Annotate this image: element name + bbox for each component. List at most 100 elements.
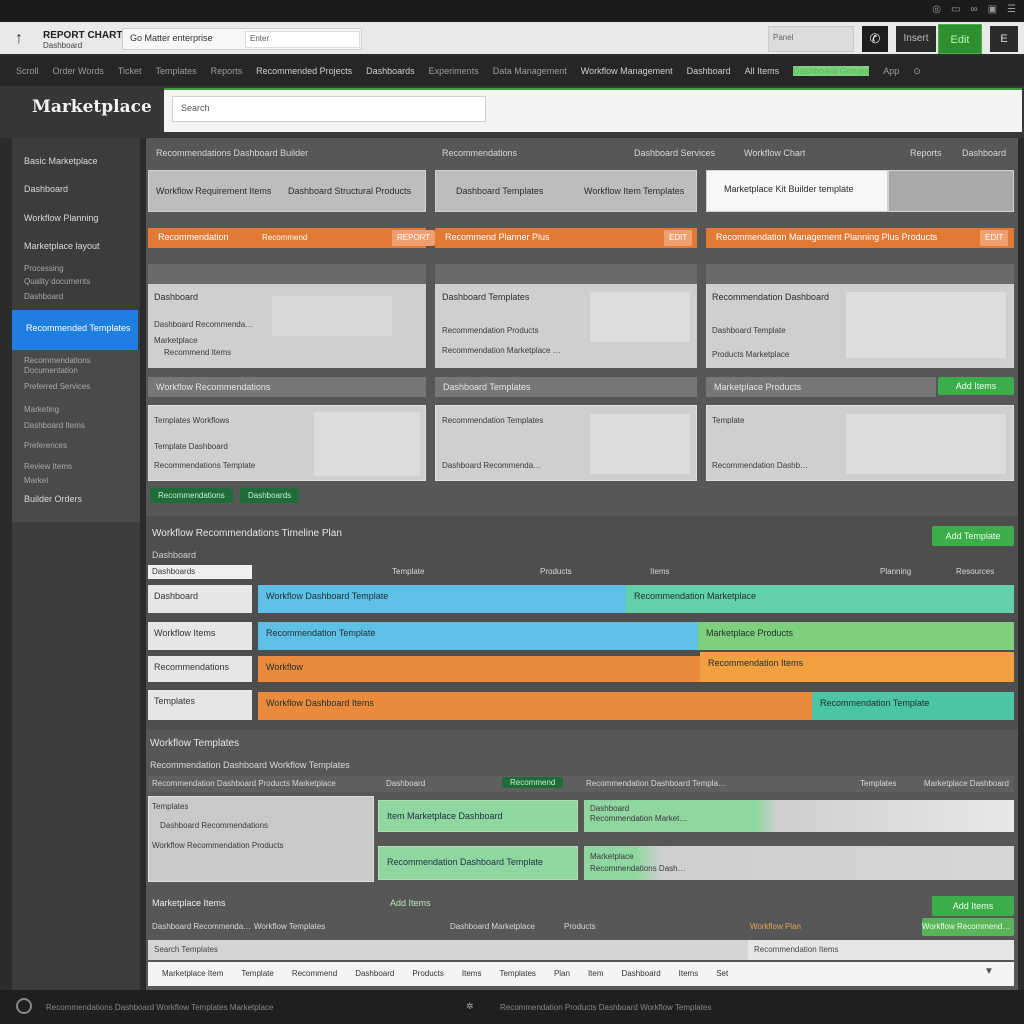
green-card[interactable]: Item Marketplace Dashboard — [378, 800, 578, 832]
sidebar-item[interactable]: Dashboard — [12, 292, 140, 301]
grid-item[interactable]: Templates — [499, 969, 535, 978]
card-text: Recommendation Marketplace — [590, 814, 690, 823]
help-icon[interactable]: ⊙ — [913, 66, 921, 77]
grid-item[interactable]: Marketplace Item — [162, 969, 223, 978]
filter-chip[interactable]: Dashboards — [240, 488, 300, 503]
status-bar[interactable]: Recommend Planner Plus — [435, 228, 697, 248]
timeline-filter[interactable]: Dashboards — [148, 565, 252, 579]
sidebar-item[interactable]: Preferences — [12, 441, 140, 450]
sidebar-item[interactable]: Dashboard — [12, 184, 140, 194]
menu-item[interactable]: Dashboard — [687, 66, 731, 76]
mini-panel[interactable]: Panel — [768, 26, 854, 52]
sidebar-item[interactable]: Marketplace layout — [12, 241, 140, 251]
menu-item[interactable]: All Items — [745, 66, 780, 76]
grid-item[interactable]: Plan — [554, 969, 570, 978]
timeline-bar[interactable]: Workflow — [258, 656, 700, 682]
upload-arrow-icon[interactable]: ↑ — [8, 28, 30, 50]
grid-item[interactable]: Recommend — [292, 969, 337, 978]
sidebar-item[interactable]: Documentation — [12, 366, 140, 375]
add-items-button[interactable]: Add Items — [938, 377, 1014, 395]
menu-item[interactable]: Dashboards — [366, 66, 415, 76]
card-text: Recommendation Dashboard — [712, 461, 812, 470]
timeline-bar[interactable]: Recommendation Template — [258, 622, 698, 650]
menu-item[interactable]: Data Management — [493, 66, 567, 76]
sidebar: Basic Marketplace Dashboard Workflow Pla… — [12, 138, 140, 990]
section-header: Dashboard — [386, 779, 426, 788]
timeline-title: Workflow Recommendations Timeline Plan — [152, 528, 342, 539]
timeline-bar[interactable]: Recommendation Template — [812, 692, 1014, 720]
status-label: Recommendation Management Planning Plus … — [716, 232, 938, 242]
grid-item[interactable]: Items — [679, 969, 699, 978]
settings-icon[interactable]: ☰ — [1007, 4, 1016, 15]
status-bar[interactable]: Recommendation Management Planning Plus … — [706, 228, 1014, 248]
timeline-bar[interactable]: Marketplace Products — [698, 622, 1014, 650]
timeline-column: Items — [650, 567, 670, 576]
timeline-column: Resources — [956, 567, 995, 576]
menu-item[interactable]: Scroll — [16, 66, 39, 76]
timeline-bar[interactable]: Workflow Dashboard Template — [258, 585, 626, 613]
menu-item[interactable]: Experiments — [429, 66, 479, 76]
panel-graphic — [846, 292, 1006, 358]
sidebar-item[interactable]: Quality documents — [12, 277, 140, 286]
grid-item[interactable]: Set — [716, 969, 728, 978]
menu-item[interactable]: Ticket — [118, 66, 142, 76]
section-header: Products — [564, 922, 596, 931]
grid-item[interactable]: Dashboard — [622, 969, 661, 978]
sidebar-item-active[interactable]: Recommended Templates — [12, 310, 138, 350]
menu-item[interactable]: Templates — [156, 66, 197, 76]
panel-text: Recommendation Marketplace Items — [442, 346, 562, 355]
menu-item[interactable]: App — [883, 66, 899, 76]
grid-item[interactable]: Products — [412, 969, 444, 978]
panel-text: Products Marketplace — [712, 350, 790, 359]
sidebar-item[interactable]: Processing — [12, 264, 140, 273]
camera-icon[interactable]: ◎ — [932, 4, 941, 15]
link-icon[interactable]: ∞ — [970, 4, 977, 15]
card-text: Recommendations Template — [154, 461, 256, 470]
insert-button[interactable]: Insert — [896, 26, 936, 52]
grid-item[interactable]: Template — [241, 969, 273, 978]
phone-icon[interactable]: ✆ — [862, 26, 888, 52]
minimize-icon[interactable]: ▭ — [951, 4, 960, 15]
sidebar-item[interactable]: Preferred Services — [12, 382, 140, 391]
window-icon[interactable]: ▣ — [988, 4, 997, 15]
filter-chip[interactable]: Recommendations — [150, 488, 233, 503]
timeline-bar[interactable]: Workflow Dashboard Items — [258, 692, 812, 720]
timeline-bar[interactable]: Recommendation Marketplace — [626, 585, 1014, 613]
menu-item[interactable]: Recommended Projects — [256, 66, 352, 76]
sidebar-item[interactable]: Review Items — [12, 462, 140, 471]
grid-item[interactable]: Item — [588, 969, 604, 978]
menu-item[interactable]: Dashboard Groups — [793, 66, 870, 76]
menu-item[interactable]: Workflow Management — [581, 66, 673, 76]
dropdown-arrow-icon[interactable]: ▼ — [984, 966, 994, 977]
grid-item[interactable]: Dashboard — [355, 969, 394, 978]
gear-icon[interactable]: ✲ — [466, 1001, 474, 1012]
sidebar-item[interactable]: Recommendations — [12, 356, 140, 365]
address-input[interactable]: Enter — [245, 31, 360, 48]
menu-item[interactable]: Reports — [211, 66, 243, 76]
items-input[interactable]: Recommendation Items — [748, 940, 1014, 960]
search-input[interactable]: Search — [172, 96, 486, 122]
card-text: Workflow Requirement Items — [156, 186, 272, 196]
sidebar-item[interactable]: Marketing — [12, 405, 140, 414]
search-icon[interactable] — [16, 998, 32, 1014]
menu-item[interactable]: Order Words — [53, 66, 104, 76]
add-template-button[interactable]: Add Template — [932, 526, 1014, 546]
progress-card[interactable] — [584, 846, 1014, 880]
sidebar-item[interactable]: Workflow Planning — [12, 213, 140, 223]
section-header: Dashboard Marketplace — [450, 922, 535, 931]
workflow-button[interactable]: Workflow Recommendations — [922, 918, 1014, 936]
panel-text: Marketplace — [154, 336, 198, 345]
timeline-bar[interactable]: Recommendation Items — [700, 652, 1014, 682]
search-templates-input[interactable]: Search Templates — [148, 940, 748, 960]
grid-item[interactable]: Items — [462, 969, 482, 978]
sidebar-item[interactable]: Market — [12, 476, 140, 485]
sidebar-item[interactable]: Dashboard Items — [12, 421, 140, 430]
extra-icon[interactable]: E — [990, 26, 1018, 52]
sidebar-item[interactable]: Builder Orders — [12, 494, 140, 504]
timeline-column: Template — [392, 567, 425, 576]
green-card[interactable]: Recommendation Dashboard Template — [378, 846, 578, 880]
edit-button[interactable]: Edit — [938, 24, 982, 54]
add-items-button[interactable]: Add Items — [932, 896, 1014, 916]
sidebar-item[interactable]: Basic Marketplace — [12, 156, 140, 166]
card-text: Template — [712, 416, 745, 425]
